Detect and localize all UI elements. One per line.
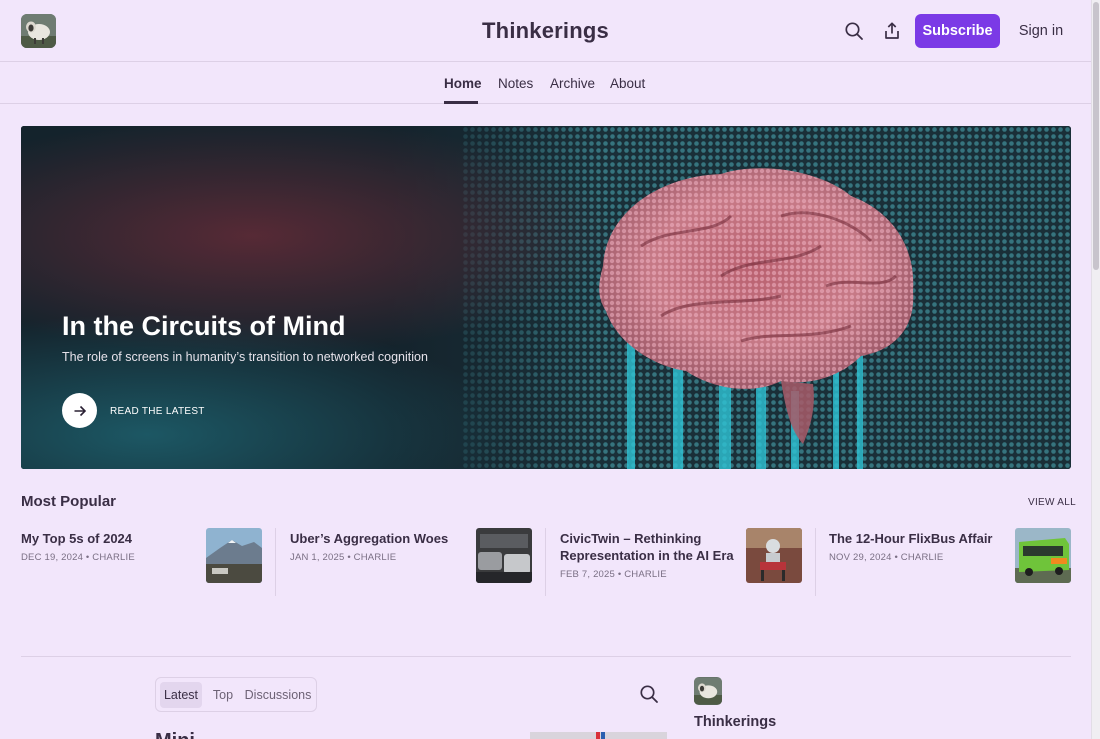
hero-title[interactable]: In the Circuits of Mind <box>62 311 346 342</box>
tab-top[interactable]: Top <box>206 682 240 708</box>
tab-discussions[interactable]: Discussions <box>244 682 312 708</box>
nav-archive[interactable]: Archive <box>550 76 595 91</box>
scrollbar[interactable] <box>1091 0 1100 739</box>
share-icon[interactable] <box>880 19 904 43</box>
post-meta: JAN 1, 2025 • CHARLIE <box>290 552 397 563</box>
green-bus-thumbnail[interactable] <box>1015 528 1071 583</box>
sign-in-button[interactable]: Sign in <box>1008 14 1074 48</box>
brain-illustration <box>21 126 1071 469</box>
post-title[interactable]: The 12-Hour FlixBus Affair <box>829 530 992 547</box>
popular-post-card[interactable]: The 12-Hour FlixBus Affair NOV 29, 2024 … <box>829 528 1071 596</box>
section-divider <box>21 656 1071 657</box>
street-traffic-thumbnail[interactable] <box>476 528 532 583</box>
post-title[interactable]: Uber’s Aggregation Woes <box>290 530 448 547</box>
popular-post-card[interactable]: Uber’s Aggregation Woes JAN 1, 2025 • CH… <box>290 528 532 596</box>
popular-post-card[interactable]: CivicTwin – Rethinking Representation in… <box>560 528 802 596</box>
most-popular-heading: Most Popular <box>21 493 117 510</box>
search-icon[interactable] <box>639 684 661 706</box>
active-tab-indicator <box>444 101 478 104</box>
nav-notes[interactable]: Notes <box>498 76 533 91</box>
site-header: Thinkerings Subscribe Sign in <box>0 0 1091 62</box>
post-meta: DEC 19, 2024 • CHARLIE <box>21 552 135 563</box>
card-divider <box>815 528 816 596</box>
read-latest-link[interactable]: READ THE LATEST <box>110 406 205 417</box>
post-title[interactable]: CivicTwin – Rethinking Representation in… <box>560 530 740 564</box>
post-title-line: CivicTwin – Rethinking <box>560 531 702 546</box>
feed-tabs: Latest Top Discussions <box>155 677 317 712</box>
main-nav: Home Notes Archive About <box>0 62 1091 104</box>
card-divider <box>275 528 276 596</box>
scrollbar-thumb[interactable] <box>1093 2 1099 270</box>
search-icon[interactable] <box>842 19 866 43</box>
hero-subtitle: The role of screens in humanity’s transi… <box>62 350 428 364</box>
post-meta: FEB 7, 2025 • CHARLIE <box>560 569 667 580</box>
mountain-landscape-thumbnail[interactable] <box>206 528 262 583</box>
view-all-link[interactable]: VIEW ALL <box>1028 497 1076 508</box>
post-title-partial[interactable]: Mini <box>155 730 215 739</box>
arrow-right-icon[interactable] <box>62 393 97 428</box>
card-divider <box>545 528 546 596</box>
robot-on-chair-thumbnail[interactable] <box>746 528 802 583</box>
post-title[interactable]: My Top 5s of 2024 <box>21 530 132 547</box>
popular-post-card[interactable]: My Top 5s of 2024 DEC 19, 2024 • CHARLIE <box>21 528 262 596</box>
subscribe-button[interactable]: Subscribe <box>915 14 1000 48</box>
sheep-logo[interactable] <box>694 677 722 705</box>
sidebar-publication-title[interactable]: Thinkerings <box>694 714 776 730</box>
post-title-line: Representation in the AI Era <box>560 548 734 563</box>
tab-latest[interactable]: Latest <box>160 682 202 708</box>
post-thumbnail-partial[interactable] <box>530 732 667 739</box>
post-meta: NOV 29, 2024 • CHARLIE <box>829 552 944 563</box>
nav-about[interactable]: About <box>610 76 645 91</box>
hero-banner[interactable]: In the Circuits of Mind The role of scre… <box>21 126 1071 469</box>
nav-home[interactable]: Home <box>444 76 482 91</box>
